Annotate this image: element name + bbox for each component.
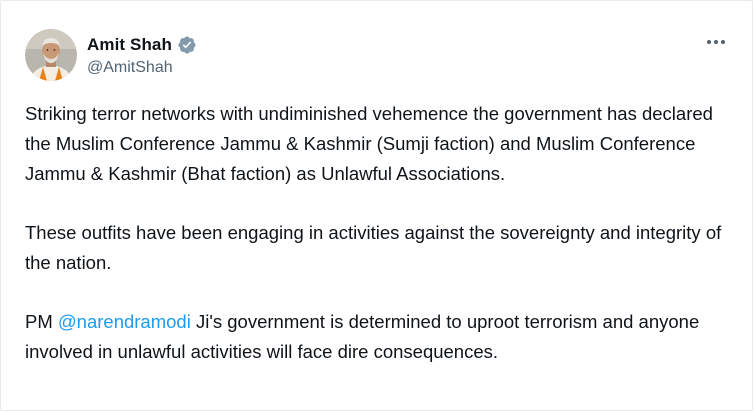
mention-prefix-text: PM <box>25 311 58 332</box>
tweet-paragraph: These outfits have been engaging in acti… <box>25 222 722 273</box>
tweet-card: Amit Shah @AmitShah Striking terror netw… <box>0 0 753 411</box>
more-options-icon <box>707 40 725 44</box>
avatar[interactable] <box>25 29 77 81</box>
tweet-text: Striking terror networks with undiminish… <box>25 99 737 396</box>
tweet-paragraph: Striking terror networks with undiminish… <box>25 103 713 184</box>
author-handle[interactable]: @AmitShah <box>87 59 197 77</box>
author-display-name[interactable]: Amit Shah <box>87 35 172 55</box>
name-row: Amit Shah <box>87 33 197 57</box>
author-identity: Amit Shah @AmitShah <box>87 29 197 81</box>
tweet-paragraph-last: PM @narendramodi Ji's government is dete… <box>25 307 737 367</box>
mention-link[interactable]: @narendramodi <box>58 311 191 332</box>
more-options-button[interactable] <box>704 33 728 51</box>
verified-badge-icon[interactable] <box>177 35 197 55</box>
tweet-header: Amit Shah @AmitShah <box>25 27 197 83</box>
avatar-photo-icon <box>25 29 77 81</box>
